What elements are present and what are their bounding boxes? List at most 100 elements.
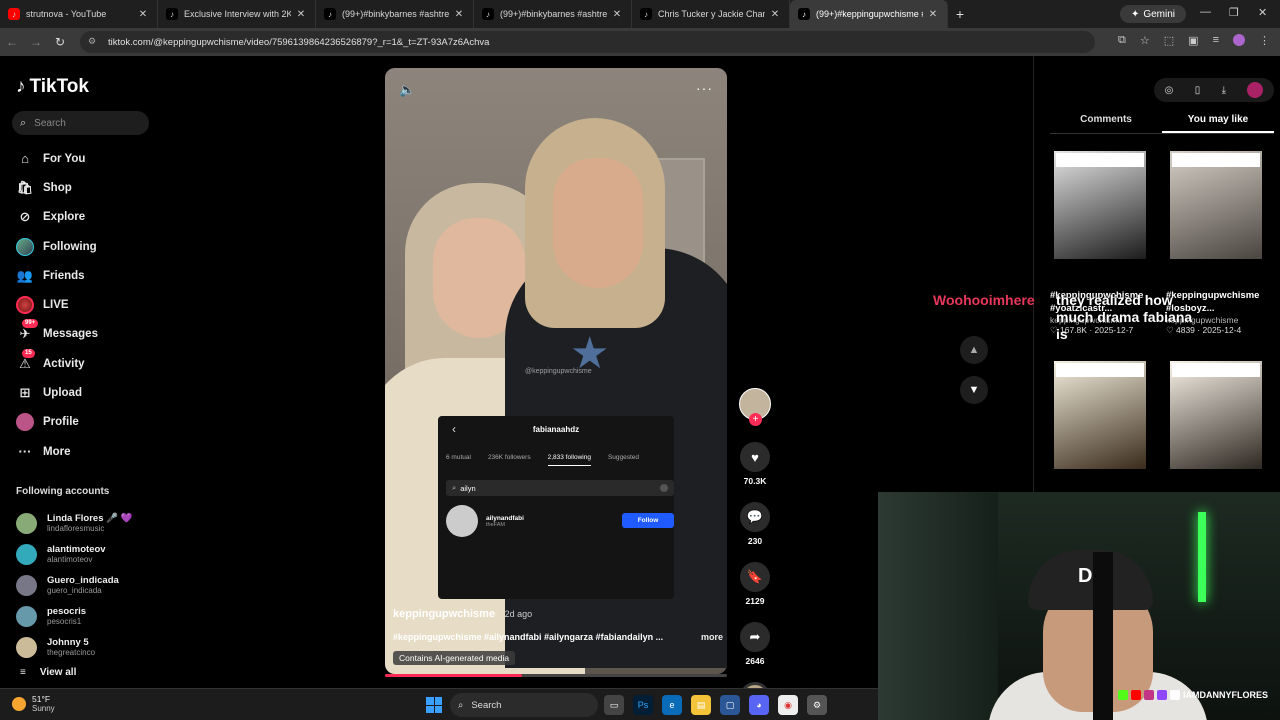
forward-icon[interactable]: → [24,35,48,49]
nav-item[interactable]: ⚠ 15 Activity [16,348,98,378]
url-field[interactable]: ⚙ tiktok.com/@keppingupwchisme/video/759… [80,31,1095,53]
nav-item[interactable]: Profile [16,408,98,437]
save-button[interactable]: 🔖 [740,562,770,592]
tab-close-icon[interactable]: ✕ [769,9,781,20]
next-video-chevron-down-icon[interactable]: ▼ [960,376,988,404]
restore-icon[interactable]: ❐ [1229,6,1239,19]
nav-item[interactable]: ⊘ Explore [16,203,98,232]
extensions-icon[interactable]: ⬚ [1164,34,1174,47]
video-player[interactable]: ★ @keppingupwchisme 🔈 ··· ‹ fabianaahdz … [385,68,727,674]
minimize-icon[interactable]: — [1200,6,1211,18]
tiktok-icon: ♪ [166,8,178,20]
main-nav: ⌂ For You 🛍 Shop ⊘ Explore Following 👥 Friends LI… [16,144,98,466]
volume-icon[interactable]: 🔈 [399,82,415,98]
browser-tab[interactable]: ♪ (99+)#binkybarnes #ashtrevino ✕ [474,0,632,28]
nav-item[interactable]: LIVE [16,290,98,319]
right-panel-tab[interactable]: Comments [1050,114,1162,133]
video-progress-bar[interactable] [385,674,727,677]
app-icon[interactable]: ▢ [720,695,740,715]
view-all-button[interactable]: ≡ View all [20,667,76,678]
file-explorer-icon[interactable]: ▤ [691,695,711,715]
close-window-icon[interactable]: ✕ [1258,6,1267,19]
site-info-icon[interactable]: ⚙ [88,36,100,48]
more-options-icon[interactable]: ··· [696,80,713,96]
following-account[interactable]: Guero_indicada guero_indicada [16,570,132,601]
right-panel-tab[interactable]: You may like [1162,114,1274,133]
menu-icon[interactable]: ⋮ [1259,34,1270,47]
home-icon: ⌂ [21,151,29,167]
streamer-webcam: D IAMDANNYFLORES [878,492,1280,720]
back-icon[interactable]: ← [0,35,24,49]
stream-chat-user: Woohooimhere [933,292,1035,308]
windows-start-icon[interactable] [426,697,442,713]
steam-icon[interactable]: ⚙ [807,695,827,715]
discord-icon[interactable]: ◕ [749,695,769,715]
media-icon[interactable]: ≡ [1213,34,1219,47]
nav-item[interactable]: ··· More [16,437,98,466]
following-account[interactable]: Johnny 5 thegreatcinco [16,632,132,663]
following-account[interactable]: pesocris pesocris1 [16,601,132,632]
user-avatar-icon[interactable] [1233,34,1245,46]
suggested-video-card[interactable] [1166,361,1278,469]
weather-widget[interactable]: 51°F Sunny [12,694,55,714]
video-progress-fill [385,674,522,677]
video-author[interactable]: keppingupwchisme · 2d ago [393,608,532,620]
shop-icon: 🛍 [16,179,34,195]
tab-close-icon[interactable]: ✕ [295,9,307,20]
tab-close-icon[interactable]: ✕ [611,9,623,20]
account-name: Guero_indicada [47,574,119,586]
photoshop-icon[interactable]: Ps [633,695,653,715]
account-avatar [16,544,37,565]
task-view-icon[interactable]: ▭ [604,695,624,715]
bookmark-icon: 🔖 [746,569,764,584]
my-avatar[interactable] [1247,82,1264,98]
coin-icon[interactable]: ◎ [1165,85,1174,96]
tab-close-icon[interactable]: ✕ [927,9,939,20]
chrome-icon[interactable]: ◉ [778,695,798,715]
browser-tab[interactable]: ♪ Chris Tucker y Jackie Chan: Rea ✕ [632,0,790,28]
comment-count: 230 [747,536,763,546]
nav-item[interactable]: ⌂ For You [16,144,98,173]
ai-label[interactable]: Contains AI-generated media [393,651,516,665]
taskbar-search[interactable]: ⌕ Search [450,693,598,717]
share-button[interactable]: ➦ [740,622,770,652]
prev-video-chevron-up-icon[interactable]: ▲ [960,336,988,364]
reload-icon[interactable]: ↻ [48,35,72,49]
edge-icon[interactable]: e [662,695,682,715]
new-tab-button[interactable]: + [948,6,972,22]
browser-tab[interactable]: ♪ Exclusive Interview with 2K at T ✕ [158,0,316,28]
bookmark-star-icon[interactable]: ☆ [1140,34,1150,47]
browser-tab[interactable]: ♪ strutnova - YouTube ✕ [0,0,158,28]
caption-more-button[interactable]: more [701,632,723,642]
like-button[interactable]: ♥ [740,442,770,472]
download-icon[interactable]: ⤓ [1222,85,1226,96]
heart-icon: ♥ [751,449,759,465]
following-account[interactable]: Linda Flores 🎤 💜 lindafloresmusic [16,508,132,539]
tiktok-logo[interactable]: ♪ TikTok [16,76,89,98]
browser-tab[interactable]: ♪ (99+)#binkybarnes #ashtrevino ✕ [316,0,474,28]
device-icon[interactable]: ▯ [1195,85,1201,96]
nav-label: Explore [43,211,86,224]
nav-item[interactable]: ✈ 99+ Messages [16,319,98,349]
nav-label: Following [43,240,97,253]
sidepanel-icon[interactable]: ▣ [1188,34,1198,47]
search-input[interactable]: ⌕ Search [12,111,149,135]
suggested-video-card[interactable] [1050,361,1162,469]
follow-plus-icon[interactable]: + [749,413,762,426]
comment-button[interactable]: 💬 [740,502,770,532]
taskbar-search-icon: ⌕ [458,699,464,711]
tab-close-icon[interactable]: ✕ [137,9,149,20]
nav-item[interactable]: 🛍 Shop [16,173,98,202]
gemini-label: Gemini [1143,8,1176,20]
overlay-tabs: 6 mutual 236K followers 2,833 following Sug… [446,454,674,466]
gemini-button[interactable]: ✦ Gemini [1120,5,1186,23]
cast-icon[interactable]: ⧉ [1118,34,1126,47]
nav-item[interactable]: ⊞ Upload [16,378,98,407]
nav-item[interactable]: Following [16,232,98,261]
nav-item[interactable]: 👥 Friends [16,261,98,290]
tab-close-icon[interactable]: ✕ [453,9,465,20]
sun-icon [12,697,26,711]
browser-tab[interactable]: ♪ (99+)#keppingupwchisme #aily ✕ [790,0,948,28]
creator-avatar[interactable]: + [739,388,771,426]
following-account[interactable]: alantimoteov alantimoteov [16,539,132,570]
